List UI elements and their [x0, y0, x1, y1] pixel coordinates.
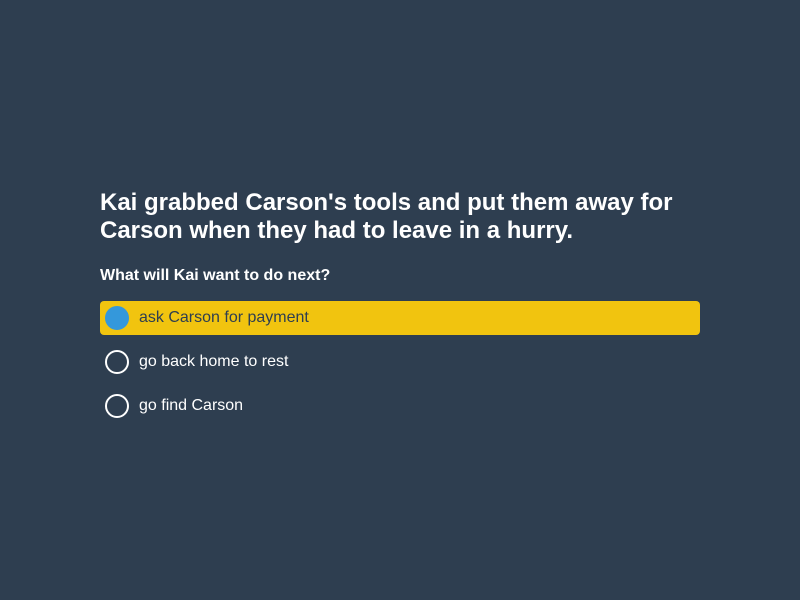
question-prompt: What will Kai want to do next?: [100, 267, 331, 284]
answer-option-1[interactable]: ask Carson for payment: [100, 301, 700, 335]
answer-options: ask Carson for payment go back home to r…: [100, 301, 700, 423]
answer-option-3[interactable]: go find Carson: [100, 389, 700, 423]
radio-button-icon[interactable]: [105, 306, 129, 330]
question-text: Kai grabbed Carson's tools and put them …: [100, 189, 673, 244]
radio-button-icon[interactable]: [105, 394, 129, 418]
radio-button-icon[interactable]: [105, 350, 129, 374]
answer-option-2[interactable]: go back home to rest: [100, 345, 700, 379]
answer-option-label: go find Carson: [139, 397, 244, 414]
answer-option-label: go back home to rest: [139, 353, 289, 370]
answer-option-label: ask Carson for payment: [139, 309, 309, 326]
quiz-panel: Kai grabbed Carson's tools and put them …: [100, 189, 700, 433]
